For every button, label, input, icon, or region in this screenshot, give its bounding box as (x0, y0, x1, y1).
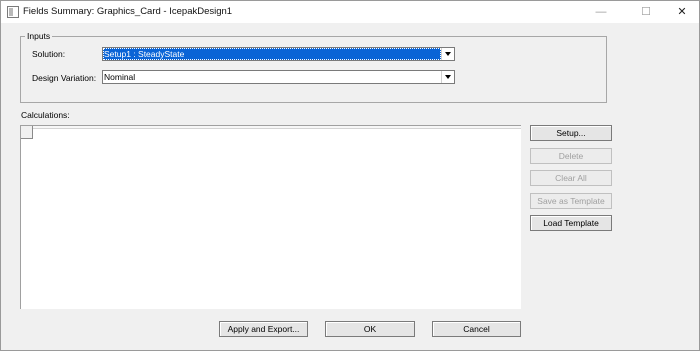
solution-dropdown[interactable]: Setup1 : SteadyState (102, 47, 455, 61)
solution-value: Setup1 : SteadyState (103, 48, 441, 60)
fields-summary-dialog: Fields Summary: Graphics_Card - IcepakDe… (0, 0, 700, 351)
minimize-icon[interactable]: — (584, 1, 618, 23)
table-corner-header[interactable] (21, 126, 33, 139)
close-icon[interactable]: ✕ (665, 1, 699, 23)
chevron-down-icon[interactable] (441, 71, 454, 83)
clear-all-button[interactable]: Clear All (530, 170, 612, 186)
save-as-template-button[interactable]: Save as Template (530, 193, 612, 209)
inputs-group-label: Inputs (25, 31, 53, 41)
setup-button[interactable]: Setup... (530, 125, 612, 141)
design-variation-dropdown[interactable]: Nominal (102, 70, 455, 84)
maximize-icon[interactable]: ☐ (629, 1, 663, 23)
delete-button[interactable]: Delete (530, 148, 612, 164)
design-variation-value: Nominal (104, 72, 136, 82)
table-column-header (33, 126, 521, 129)
solution-label: Solution: (32, 49, 66, 59)
apply-and-export-button[interactable]: Apply and Export... (219, 321, 308, 337)
calculations-table[interactable] (20, 125, 521, 309)
load-template-button[interactable]: Load Template (530, 215, 612, 231)
app-window-icon (7, 6, 19, 18)
cancel-button[interactable]: Cancel (432, 321, 521, 337)
title-bar[interactable]: Fields Summary: Graphics_Card - IcepakDe… (1, 1, 699, 23)
calculations-label: Calculations: (21, 110, 70, 120)
chevron-down-icon[interactable] (441, 48, 454, 60)
design-variation-label: Design Variation: (32, 73, 97, 83)
ok-button[interactable]: OK (325, 321, 415, 337)
window-title: Fields Summary: Graphics_Card - IcepakDe… (23, 6, 233, 17)
